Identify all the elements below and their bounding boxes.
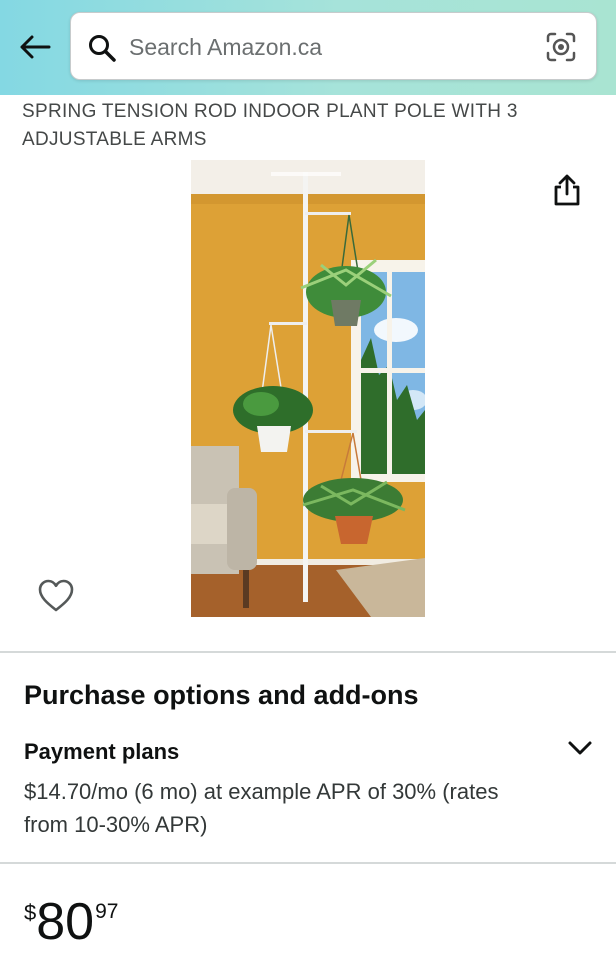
payment-plans-row[interactable]: Payment plans $14.70/mo (6 mo) at exampl…	[0, 733, 616, 843]
product-image[interactable]	[191, 160, 425, 617]
top-navigation-bar	[0, 0, 616, 95]
product-title: SPRING TENSION ROD INDOOR PLANT POLE WIT…	[22, 101, 518, 150]
payment-plans-description: $14.70/mo (6 mo) at example APR of 30% (…	[24, 779, 499, 837]
price-whole: 80	[36, 893, 95, 951]
price-fraction: 97	[95, 900, 119, 923]
share-icon[interactable]	[551, 173, 583, 207]
heart-icon[interactable]	[37, 578, 75, 614]
search-bar[interactable]	[70, 12, 597, 80]
payment-plans-label: Payment plans	[24, 739, 180, 764]
section-divider	[0, 651, 616, 653]
chevron-down-icon[interactable]	[567, 739, 593, 757]
back-button[interactable]	[16, 30, 54, 64]
plant-pole-illustration	[191, 160, 425, 617]
search-icon	[89, 35, 116, 62]
camera-search-icon[interactable]	[545, 31, 577, 63]
price-symbol: $	[24, 900, 37, 925]
price: $ 80 97	[24, 892, 118, 952]
section-divider	[0, 862, 616, 864]
arrow-left-icon	[20, 35, 51, 59]
search-input[interactable]	[129, 27, 529, 67]
purchase-options-heading: Purchase options and add-ons	[24, 680, 419, 710]
